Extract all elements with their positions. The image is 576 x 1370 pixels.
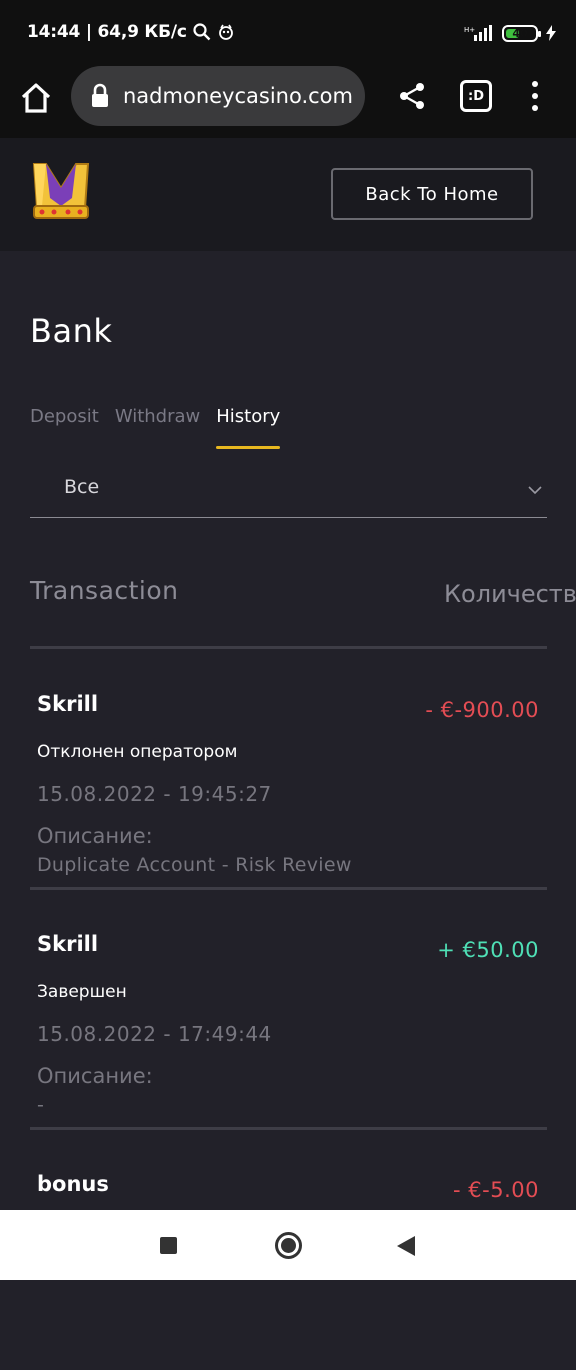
- page-title: Bank: [30, 312, 113, 350]
- transaction-method: Skrill: [37, 692, 99, 716]
- tab-deposit[interactable]: Deposit: [30, 406, 99, 449]
- transaction-row: Skrill - €-900.00 Отклонен оператором 15…: [30, 650, 547, 890]
- mascot-icon: [218, 24, 233, 40]
- search-icon: [193, 23, 211, 41]
- tab-history[interactable]: History: [216, 406, 281, 449]
- transaction-row: Skrill + €50.00 Завершен 15.08.2022 - 17…: [30, 890, 547, 1130]
- signal-icon: H+: [464, 25, 492, 41]
- lock-icon: [92, 83, 108, 107]
- tab-withdraw[interactable]: Withdraw: [115, 406, 200, 449]
- transaction-method: Skrill: [37, 932, 99, 956]
- column-header-amount: Количество: [444, 580, 576, 608]
- back-to-home-button[interactable]: Back To Home: [331, 168, 533, 220]
- transaction-amount: - €-900.00: [425, 698, 539, 722]
- description-label: Описание:: [37, 824, 153, 848]
- share-icon[interactable]: [398, 82, 426, 110]
- transaction-status: Завершен: [37, 982, 127, 1002]
- address-bar[interactable]: nadmoneycasino.com: [71, 66, 365, 126]
- filter-value: Все: [64, 476, 100, 498]
- transaction-date: 15.08.2022 - 17:49:44: [37, 1022, 272, 1046]
- header-divider: [30, 646, 547, 649]
- back-nav-icon[interactable]: [397, 1236, 415, 1256]
- status-right: H+ 40: [464, 24, 556, 42]
- url-text: nadmoneycasino.com: [123, 84, 353, 108]
- browser-toolbar: nadmoneycasino.com :D: [0, 66, 576, 138]
- transaction-amount: + €50.00: [437, 938, 539, 962]
- battery-level: 40: [512, 26, 528, 40]
- system-nav-bar: [0, 1210, 576, 1280]
- description-label: Описание:: [37, 1064, 153, 1088]
- site-header: Back To Home: [0, 138, 576, 251]
- charging-icon: [546, 25, 556, 41]
- status-left: 14:44 | 64,9 КБ/с: [27, 22, 235, 42]
- transaction-description: -: [37, 1094, 45, 1116]
- crown-m-logo[interactable]: [30, 158, 92, 226]
- column-header-transaction: Transaction: [30, 576, 179, 605]
- transaction-date: 15.08.2022 - 19:45:27: [37, 782, 272, 806]
- svg-text:H+: H+: [464, 26, 475, 34]
- bank-tabs: Deposit Withdraw History: [30, 406, 281, 449]
- home-icon[interactable]: [18, 80, 54, 116]
- status-bar: 14:44 | 64,9 КБ/с H+ 40: [0, 0, 576, 66]
- tabs-icon[interactable]: :D: [460, 80, 492, 112]
- chevron-down-icon: [528, 486, 542, 495]
- transaction-amount: - €-5.00: [453, 1178, 539, 1202]
- transaction-status: Отклонен оператором: [37, 742, 238, 762]
- transaction-description: Duplicate Account - Risk Review: [37, 854, 352, 876]
- transaction-method: bonus: [37, 1172, 109, 1196]
- history-filter-select[interactable]: Все: [30, 466, 547, 518]
- recents-icon[interactable]: [160, 1237, 177, 1254]
- battery-icon: 40: [502, 24, 541, 42]
- status-text: 14:44 | 64,9 КБ/с: [27, 22, 187, 42]
- home-nav-icon[interactable]: [275, 1232, 302, 1259]
- more-vert-icon[interactable]: [524, 78, 546, 114]
